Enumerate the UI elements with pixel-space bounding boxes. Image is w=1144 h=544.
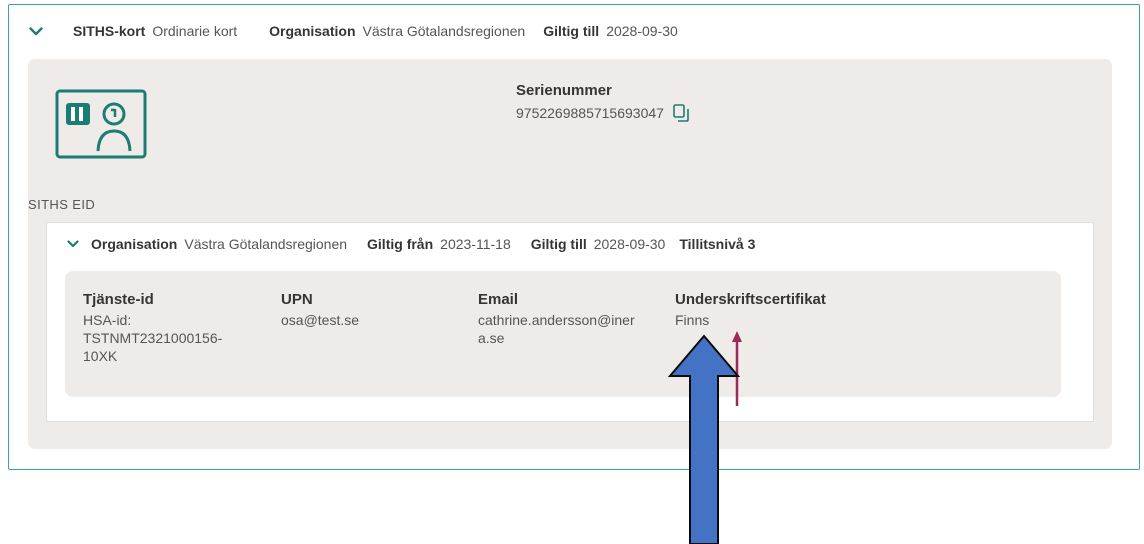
annotation-arrows xyxy=(667,331,742,544)
red-arrow-annotation xyxy=(732,331,742,406)
blue-arrow-annotation xyxy=(667,334,741,544)
